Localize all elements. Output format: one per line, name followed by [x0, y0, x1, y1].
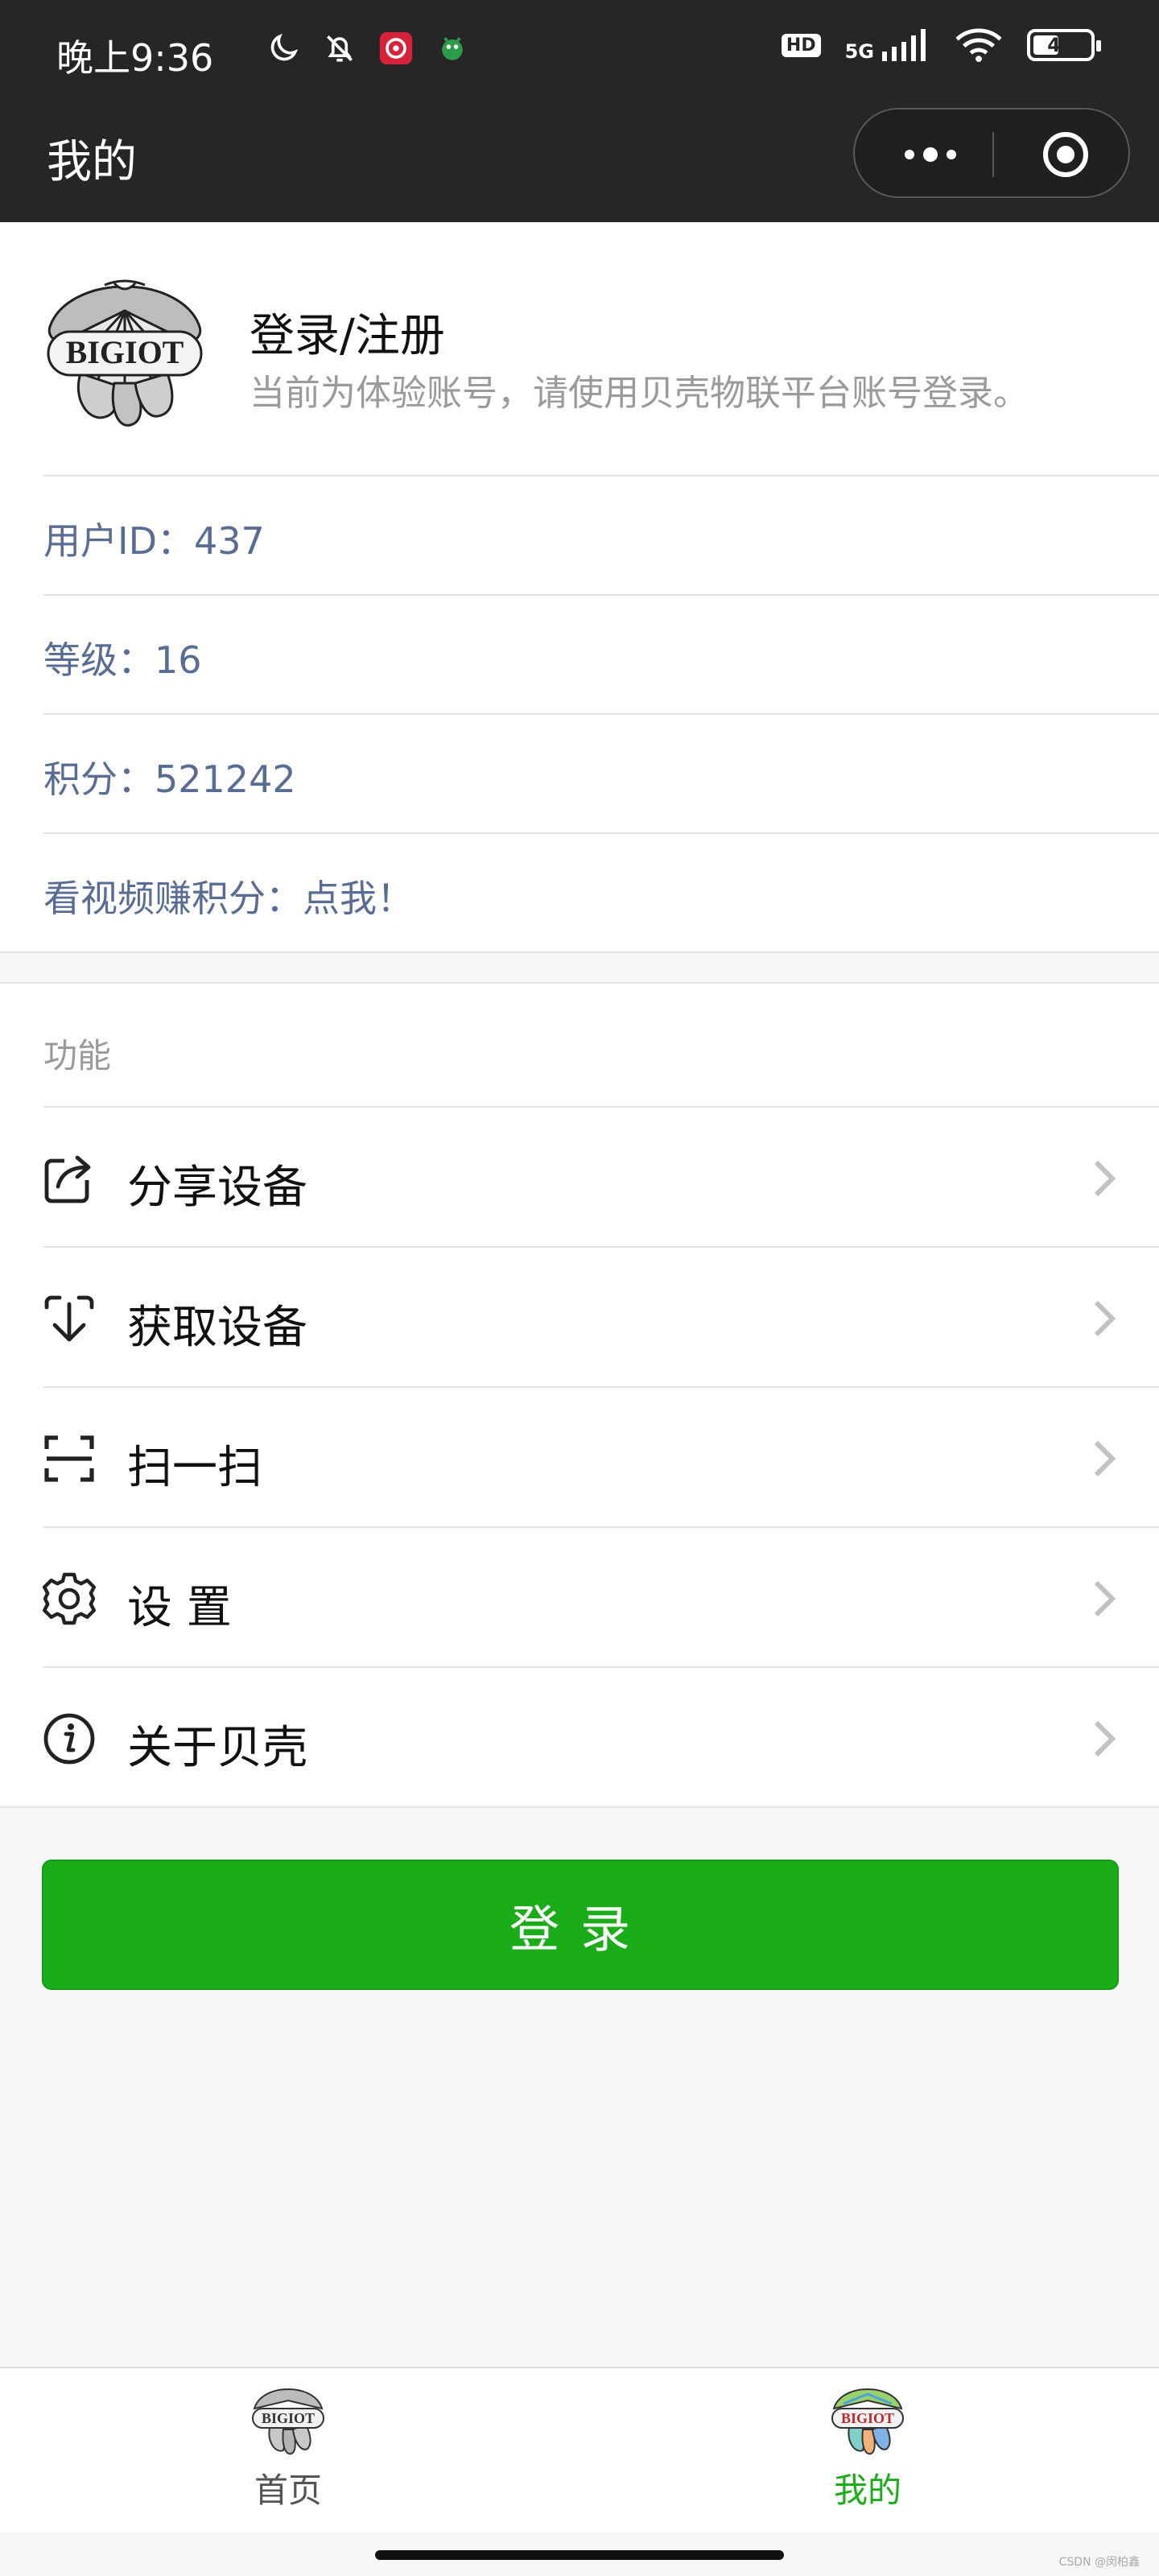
- divider: [43, 1526, 1159, 1528]
- status-system-icons: HD 5G 45: [781, 27, 1101, 63]
- moon-icon: [270, 33, 299, 61]
- user-info-list: 用户ID：437 等级：16 积分：521242 看视频赚积分：点我！: [0, 477, 1159, 953]
- chevron-right-icon: [1094, 1720, 1116, 1757]
- points-text: 积分：521242: [43, 758, 296, 801]
- settings-label: 设 置: [127, 1582, 232, 1634]
- tab-home-label: 首页: [254, 2471, 322, 2510]
- watermark: CSDN @闵柏鑫: [1058, 2556, 1140, 2569]
- share-device-item[interactable]: 分享设备: [0, 1106, 1159, 1246]
- close-button[interactable]: [1041, 130, 1090, 179]
- account-hint: 当前为体验账号，请使用贝壳物联平台账号登录。: [250, 373, 1029, 414]
- scan-label: 扫一扫: [127, 1442, 262, 1494]
- divider: [0, 1806, 1159, 1808]
- page-title: 我的: [47, 136, 137, 188]
- wifi-icon: [955, 28, 1002, 63]
- watch-video-link[interactable]: 看视频赚积分：点我！: [43, 869, 414, 923]
- level-row: 等级：16: [0, 596, 1159, 715]
- tab-mine[interactable]: BIGIOT 我的: [787, 2384, 948, 2529]
- status-notification-icons: [266, 31, 470, 66]
- points-row: 积分：521242: [0, 715, 1159, 834]
- level-text: 等级：16: [43, 638, 202, 682]
- chevron-right-icon: [1094, 1300, 1116, 1337]
- chevron-right-icon: [1094, 1160, 1116, 1197]
- login-button[interactable]: 登录: [42, 1860, 1119, 1990]
- functions-label: 功能: [43, 1036, 112, 1075]
- divider: [43, 1106, 1159, 1108]
- share-device-label: 分享设备: [127, 1162, 307, 1214]
- scan-item[interactable]: 扫一扫: [0, 1386, 1159, 1526]
- home-logo-icon: BIGIOT: [252, 2388, 324, 2455]
- status-time: 晚上9:36: [56, 36, 214, 80]
- chevron-right-icon: [1094, 1440, 1116, 1477]
- download-icon: [44, 1295, 94, 1342]
- info-icon: [43, 1713, 95, 1765]
- logo-text: BIGIOT: [66, 334, 184, 370]
- home-indicator[interactable]: [375, 2550, 784, 2560]
- profile-card[interactable]: BIGIOT 登录/注册 当前为体验账号，请使用贝壳物联平台账号登录。: [0, 222, 1159, 477]
- divider: [43, 1246, 1159, 1248]
- settings-item[interactable]: 设 置: [0, 1526, 1159, 1666]
- battery-icon: 45: [1027, 29, 1101, 61]
- divider: [43, 1386, 1159, 1388]
- more-button[interactable]: [890, 132, 971, 177]
- about-item[interactable]: 关于贝壳: [0, 1666, 1159, 1806]
- tab-logo-text: BIGIOT: [262, 2410, 315, 2426]
- user-id-text: 用户ID：437: [43, 519, 265, 563]
- status-bar: 晚上9:36 HD 5G 45: [0, 0, 1159, 109]
- network-type: 5G: [844, 40, 874, 63]
- get-device-label: 获取设备: [127, 1302, 307, 1354]
- share-icon: [44, 1155, 91, 1203]
- mine-logo-icon: BIGIOT: [831, 2388, 904, 2455]
- chevron-right-icon: [1094, 1580, 1116, 1617]
- tab-bar: BIGIOT 首页 BIGIOT 我的: [0, 2367, 1159, 2533]
- functions-section: 功能 分享设备 获取设备 扫一扫 设 置 关于贝壳: [0, 982, 1159, 1805]
- more-dots-icon: [905, 147, 956, 162]
- mini-program-capsule: [853, 108, 1130, 198]
- divider: [0, 982, 1159, 984]
- music-app-icon: [379, 31, 413, 65]
- tab-logo-text: BIGIOT: [841, 2410, 894, 2426]
- tab-mine-label: 我的: [833, 2471, 901, 2510]
- gear-icon: [43, 1572, 96, 1625]
- login-register-link[interactable]: 登录/注册: [250, 299, 445, 365]
- capsule-divider: [992, 132, 994, 177]
- battery-text: 45: [1047, 34, 1074, 56]
- bigiot-logo: BIGIOT: [47, 279, 203, 427]
- hd-badge: HD: [781, 33, 821, 57]
- divider: [0, 952, 1159, 953]
- get-device-item[interactable]: 获取设备: [0, 1246, 1159, 1386]
- watch-video-row[interactable]: 看视频赚积分：点我！: [0, 834, 1159, 953]
- about-label: 关于贝壳: [127, 1722, 307, 1774]
- signal-icon: 5G: [845, 29, 930, 61]
- bell-off-icon: [327, 35, 353, 62]
- bug-app-icon: [442, 37, 463, 60]
- user-id-row: 用户ID：437: [0, 477, 1159, 596]
- scan-icon: [44, 1435, 94, 1482]
- tab-home[interactable]: BIGIOT 首页: [208, 2384, 369, 2529]
- close-target-icon: [1043, 132, 1088, 177]
- divider: [43, 1666, 1159, 1668]
